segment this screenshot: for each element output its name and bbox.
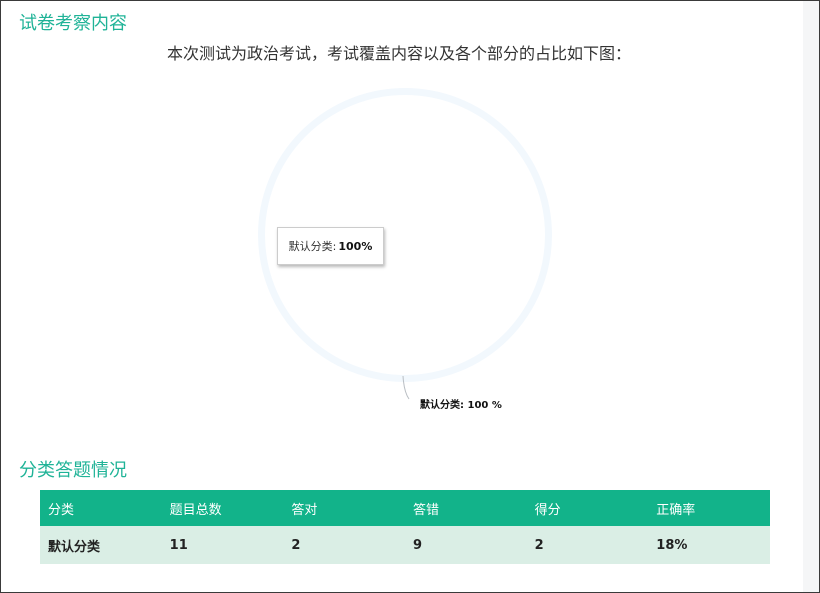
pie-data-label: 默认分类: 100 % [420,398,502,411]
pie-chart: 默认分类: 100 % [258,88,552,411]
cell-category: 默认分类 [40,526,162,564]
category-table: 分类 题目总数 答对 答错 得分 正确率 默认分类 11 2 9 2 18% [40,490,770,564]
header-accuracy: 正确率 [648,490,770,526]
header-category: 分类 [40,490,162,526]
header-total: 题目总数 [161,490,284,526]
cell-score: 2 [526,526,649,564]
cell-total: 11 [161,526,284,564]
section-title-category-answers: 分类答题情况 [19,460,127,481]
table-row: 默认分类 11 2 9 2 18% [40,526,770,564]
cell-correct: 2 [283,526,405,564]
page-frame: 试卷考察内容 本次测试为政治考试，考试覆盖内容以及各个部分的占比如下图： 默认分… [0,0,820,593]
header-score: 得分 [526,490,649,526]
tooltip-label: 默认分类: [288,240,337,253]
chart-tooltip: 默认分类: 100% [277,227,384,265]
header-wrong: 答错 [404,490,527,526]
scrollbar-track[interactable] [803,1,819,592]
cell-wrong: 9 [404,526,527,564]
cell-accuracy: 18% [648,526,770,564]
tooltip-value: 100% [338,239,373,253]
table-header-row: 分类 题目总数 答对 答错 得分 正确率 [40,490,770,526]
header-correct: 答对 [283,490,405,526]
